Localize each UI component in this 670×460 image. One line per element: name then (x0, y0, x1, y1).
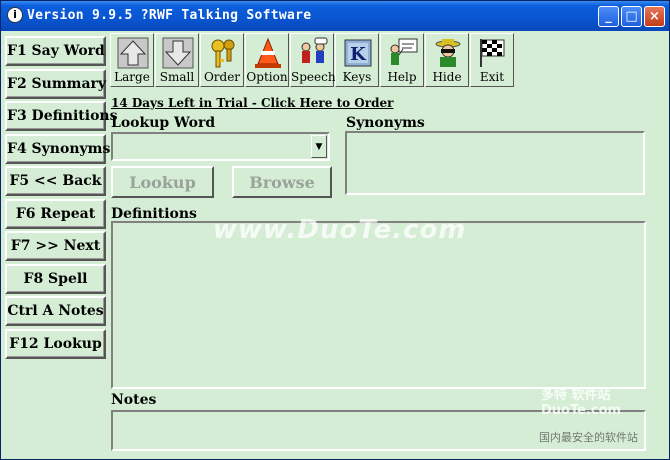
arrow-down-icon (162, 37, 194, 69)
lookup-button[interactable]: Lookup (111, 166, 214, 198)
watermark-badge-title: 多特 软件站 (541, 388, 611, 403)
lookup-key-button[interactable]: F12 Lookup (5, 328, 106, 359)
lookup-word-combobox[interactable]: ▼ (111, 132, 330, 161)
function-key-panel: F1 Say Word F2 Summary F3 Definitions F4… (5, 36, 117, 361)
watermark-footer: 国内最安全的软件站 (539, 431, 638, 444)
synonyms-button[interactable]: F4 Synonyms (5, 133, 110, 164)
cone-icon (255, 37, 281, 68)
k-key-icon: K (344, 39, 372, 67)
small-button[interactable]: Small (155, 33, 199, 87)
large-button[interactable]: Large (110, 33, 154, 87)
option-button[interactable]: Option (245, 33, 289, 87)
browse-button[interactable]: Browse (232, 166, 332, 198)
next-button[interactable]: F7 >> Next (5, 231, 106, 261)
watermark-badge: 多特 软件站 DuoTe.com (541, 384, 621, 418)
help-presenter-icon (390, 38, 418, 65)
title-bar[interactable]: i Version 9.9.5 ?RWF Talking Software _ … (1, 1, 669, 31)
app-info-icon[interactable]: i (7, 7, 23, 23)
watermark-badge-sub: DuoTe.com (541, 403, 622, 418)
option-label: Option (246, 70, 288, 84)
toolbar: Large Small Order Option Speech K Keys H… (110, 33, 515, 87)
keys-button[interactable]: K Keys (335, 33, 379, 87)
help-label: Help (387, 70, 417, 84)
repeat-button[interactable]: F6 Repeat (5, 198, 106, 229)
close-button[interactable]: × (644, 6, 665, 27)
app-window: i Version 9.9.5 ?RWF Talking Software _ … (0, 0, 670, 460)
small-label: Small (159, 70, 195, 84)
lookup-word-label: Lookup Word (111, 115, 216, 131)
order-label: Order (203, 70, 241, 84)
speech-people-icon (301, 37, 328, 63)
summary-button[interactable]: F2 Summary (5, 68, 106, 99)
definitions-area[interactable] (111, 221, 646, 389)
hide-spy-icon (435, 39, 461, 67)
trial-order-link[interactable]: 14 Days Left in Trial - Click Here to Or… (111, 96, 393, 110)
window-title: Version 9.9.5 ?RWF Talking Software (27, 8, 312, 23)
help-button[interactable]: Help (380, 33, 424, 87)
back-button[interactable]: F5 << Back (5, 166, 106, 196)
svg-text:K: K (350, 44, 367, 65)
notes-button[interactable]: Ctrl A Notes (5, 296, 106, 326)
hide-label: Hide (432, 70, 462, 84)
arrow-up-icon (117, 37, 149, 69)
definitions-label: Definitions (111, 206, 197, 222)
notes-label: Notes (111, 392, 157, 408)
order-button[interactable]: Order (200, 33, 244, 87)
large-label: Large (114, 70, 150, 84)
minimize-button[interactable]: _ (598, 6, 619, 27)
definitions-button[interactable]: F3 Definitions (5, 101, 117, 131)
hide-button[interactable]: Hide (425, 33, 469, 87)
speech-button[interactable]: Speech (290, 33, 336, 87)
synonyms-label: Synonyms (346, 115, 425, 131)
maximize-button[interactable]: □ (621, 6, 642, 27)
keys-icon (211, 39, 235, 68)
say-word-button[interactable]: F1 Say Word (5, 36, 106, 66)
keys-label: Keys (342, 70, 372, 84)
speech-label: Speech (291, 70, 336, 84)
exit-button[interactable]: Exit (470, 33, 514, 87)
synonyms-list[interactable] (345, 131, 645, 195)
exit-label: Exit (479, 70, 505, 84)
chevron-down-icon[interactable]: ▼ (311, 135, 327, 158)
watermark-text: www.DuoTe.com (213, 215, 467, 245)
checkered-flag-icon (480, 39, 505, 67)
spell-button[interactable]: F8 Spell (5, 263, 106, 294)
